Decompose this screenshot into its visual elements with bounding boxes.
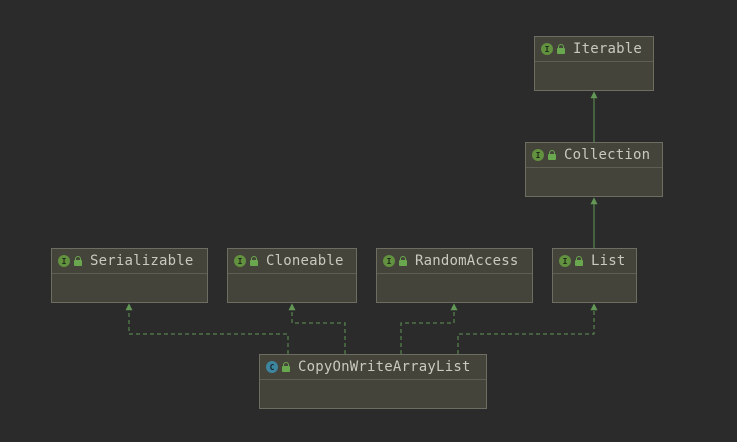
node-cloneable-body xyxy=(228,274,356,296)
node-collection-body xyxy=(526,168,662,190)
edge-cowal-implements-list xyxy=(457,303,598,354)
interface-icon: I xyxy=(58,255,70,267)
node-iterable-body xyxy=(535,62,653,84)
node-copyonwritearraylist-name: CopyOnWriteArrayList xyxy=(298,359,471,375)
interface-icon: I xyxy=(234,255,246,267)
node-collection[interactable]: I Collection xyxy=(525,142,663,197)
node-serializable-header: I Serializable xyxy=(52,249,207,274)
node-collection-name: Collection xyxy=(564,147,651,163)
public-lock-icon xyxy=(250,256,258,266)
node-list-body xyxy=(553,274,636,296)
node-copyonwritearraylist-header: C CopyOnWriteArrayList xyxy=(260,355,486,380)
node-cloneable-name: Cloneable xyxy=(266,253,344,269)
node-list-header: I List xyxy=(553,249,636,274)
node-serializable-body xyxy=(52,274,207,296)
node-iterable-header: I Iterable xyxy=(535,37,653,62)
public-lock-icon xyxy=(74,256,82,266)
node-iterable-name: Iterable xyxy=(573,41,643,57)
node-randomaccess-body xyxy=(377,274,532,296)
class-icon: C xyxy=(266,361,278,373)
node-randomaccess-name: RandomAccess xyxy=(415,253,519,269)
node-list-name: List xyxy=(591,253,626,269)
edge-cowal-implements-cloneable xyxy=(288,303,346,354)
node-cloneable[interactable]: I Cloneable xyxy=(227,248,357,303)
node-randomaccess-header: I RandomAccess xyxy=(377,249,532,274)
uml-class-diagram: I Iterable I Collection I Serializable I… xyxy=(0,0,737,442)
interface-icon: I xyxy=(532,149,544,161)
node-iterable[interactable]: I Iterable xyxy=(534,36,654,91)
interface-icon: I xyxy=(383,255,395,267)
interface-icon: I xyxy=(559,255,571,267)
node-serializable-name: Serializable xyxy=(90,253,194,269)
node-collection-header: I Collection xyxy=(526,143,662,168)
interface-icon: I xyxy=(541,43,553,55)
public-lock-icon xyxy=(575,256,583,266)
node-copyonwritearraylist-body xyxy=(260,380,486,402)
node-cloneable-header: I Cloneable xyxy=(228,249,356,274)
edge-cowal-implements-randomaccess xyxy=(400,303,458,354)
public-lock-icon xyxy=(282,362,290,372)
public-lock-icon xyxy=(548,150,556,160)
public-lock-icon xyxy=(557,44,565,54)
public-lock-icon xyxy=(399,256,407,266)
edge-cowal-implements-serializable xyxy=(125,303,289,354)
node-serializable[interactable]: I Serializable xyxy=(51,248,208,303)
node-list[interactable]: I List xyxy=(552,248,637,303)
node-randomaccess[interactable]: I RandomAccess xyxy=(376,248,533,303)
node-copyonwritearraylist[interactable]: C CopyOnWriteArrayList xyxy=(259,354,487,409)
